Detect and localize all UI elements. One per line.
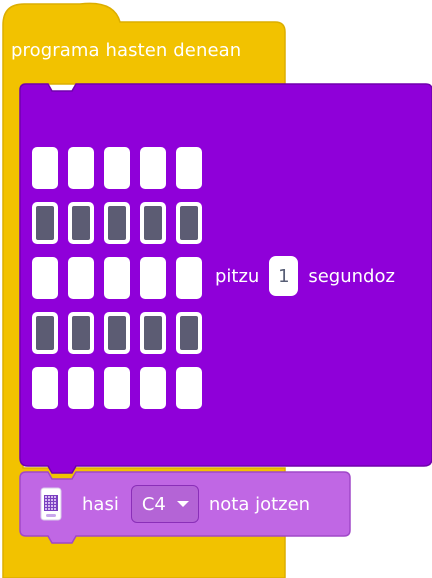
- chevron-down-icon: [176, 501, 189, 507]
- play-note-row: hasi C4 nota jotzen: [82, 484, 310, 524]
- script-canvas: programa hasten denean pitzu 1 segundoz …: [0, 0, 432, 578]
- microbit-icon: [40, 487, 62, 521]
- music-suffix-label: nota jotzen: [208, 493, 311, 515]
- music-prefix-label: hasi: [82, 493, 119, 515]
- note-dropdown[interactable]: C4: [130, 485, 199, 523]
- note-value: C4: [141, 493, 166, 515]
